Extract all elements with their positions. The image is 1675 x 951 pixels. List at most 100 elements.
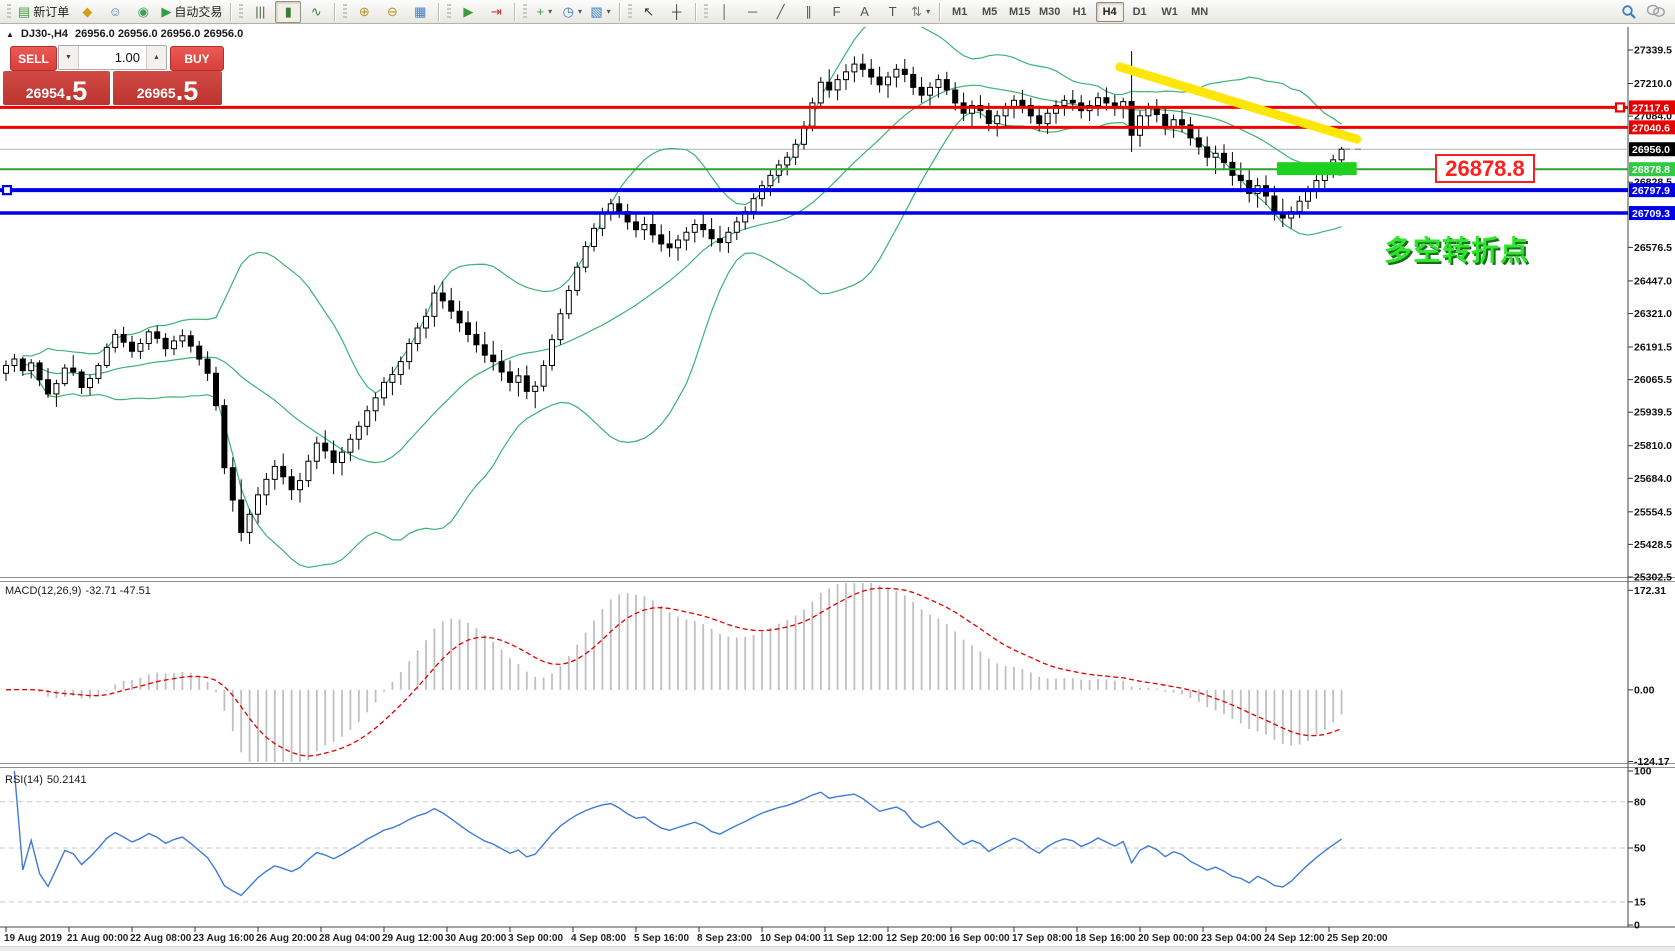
candles xyxy=(4,51,1345,544)
toolbar-separator xyxy=(514,3,516,21)
hline-button[interactable]: ─ xyxy=(740,1,766,23)
time-axis[interactable]: 19 Aug 201921 Aug 00:0022 Aug 08:0023 Au… xyxy=(4,927,1388,944)
bollinger-middle-band xyxy=(23,85,1342,462)
price-callout-box[interactable]: 26878.8 xyxy=(1435,154,1535,183)
volume-stepper[interactable]: ▼ 1.00 ▲ xyxy=(58,45,167,70)
timeframe-m15-button[interactable]: M15 xyxy=(1006,2,1034,22)
svg-text:25554.5: 25554.5 xyxy=(1634,506,1672,518)
volume-down-icon[interactable]: ▼ xyxy=(59,46,79,69)
deposit-button[interactable]: ◆ xyxy=(74,1,100,23)
candlestick-button[interactable]: ▮ xyxy=(275,1,301,23)
toolbar-grip xyxy=(447,4,451,20)
zoom-in-icon: ⊕ xyxy=(359,5,370,18)
fibonacci-button[interactable]: F xyxy=(824,1,850,23)
timeframe-h1-button[interactable]: H1 xyxy=(1066,2,1094,22)
svg-text:25428.5: 25428.5 xyxy=(1634,539,1672,551)
sell-price-main: 26954 xyxy=(26,82,65,104)
crosshair-button[interactable]: ┼ xyxy=(664,1,690,23)
autotrading-button[interactable]: ▶自动交易 xyxy=(158,1,225,23)
rsi-indicator-label: RSI(14)50.2141 xyxy=(5,774,87,786)
mt4-window: ▤新订单◆☺◉▶自动交易|||▮∿⊕⊖▦▶⇥+▾◷▾▧▾↖┼│─╱∥FAT⇅▾M… xyxy=(0,0,1675,951)
svg-text:23 Sep 04:00: 23 Sep 04:00 xyxy=(1201,933,1262,944)
timeframe-m5-button[interactable]: M5 xyxy=(976,2,1004,22)
svg-text:27117.6: 27117.6 xyxy=(1632,102,1670,114)
periods-button[interactable]: ◷▾ xyxy=(559,1,585,23)
zoom-out-icon: ⊖ xyxy=(387,5,398,18)
bar-chart-button[interactable]: ||| xyxy=(247,1,273,23)
text-button[interactable]: A xyxy=(852,1,878,23)
chat-icon[interactable] xyxy=(1647,4,1665,19)
tile-windows-icon: ▦ xyxy=(414,5,426,18)
search-icon[interactable] xyxy=(1621,4,1637,20)
toolbar-grip xyxy=(7,4,11,20)
macd-pane xyxy=(6,583,1342,762)
zoom-out-button[interactable]: ⊖ xyxy=(379,1,405,23)
toolbar-right-icons xyxy=(1621,4,1671,20)
chart-canvas[interactable]: 27339.527210.027084.026828.526576.526447… xyxy=(0,0,1675,951)
svg-text:26191.5: 26191.5 xyxy=(1634,342,1672,354)
timeframe-h4-button[interactable]: H4 xyxy=(1096,2,1124,22)
toolbar-grip xyxy=(523,4,527,20)
cursor-button[interactable]: ↖ xyxy=(636,1,662,23)
chart-shift-button[interactable]: ⇥ xyxy=(483,1,509,23)
new-order-button[interactable]: ▤新订单 xyxy=(15,1,72,23)
svg-text:15: 15 xyxy=(1634,896,1646,908)
svg-text:25302.5: 25302.5 xyxy=(1634,572,1672,584)
collapse-icon[interactable]: ▲ xyxy=(6,30,14,39)
svg-text:25810.0: 25810.0 xyxy=(1634,440,1672,452)
vline-button[interactable]: │ xyxy=(712,1,738,23)
profile-button[interactable]: ☺ xyxy=(102,1,128,23)
channel-button[interactable]: ∥ xyxy=(796,1,822,23)
trendline-icon: ╱ xyxy=(777,5,785,18)
timeframe-w1-button[interactable]: W1 xyxy=(1156,2,1184,22)
symbol-period-label: DJ30-,H4 xyxy=(21,28,68,40)
signal-icon: ◉ xyxy=(138,5,149,18)
templates-icon: ▧ xyxy=(590,5,602,18)
svg-text:26576.5: 26576.5 xyxy=(1634,242,1672,254)
line-chart-button[interactable]: ∿ xyxy=(303,1,329,23)
buy-price-panel[interactable]: 26965.5 xyxy=(113,71,222,105)
svg-text:12 Sep 20:00: 12 Sep 20:00 xyxy=(886,933,947,944)
timeframe-mn-button[interactable]: MN xyxy=(1186,2,1214,22)
arrows-icon: ⇅ xyxy=(911,5,922,18)
signal-button[interactable]: ◉ xyxy=(130,1,156,23)
svg-text:25684.0: 25684.0 xyxy=(1634,473,1672,485)
buy-button[interactable]: BUY xyxy=(170,46,224,71)
indicators-button[interactable]: +▾ xyxy=(531,1,557,23)
svg-text:10 Sep 04:00: 10 Sep 04:00 xyxy=(760,933,821,944)
autotrading-label: 自动交易 xyxy=(174,3,222,20)
timeframe-m30-button[interactable]: M30 xyxy=(1036,2,1064,22)
volume-up-icon[interactable]: ▲ xyxy=(146,46,166,69)
svg-text:18 Sep 16:00: 18 Sep 16:00 xyxy=(1075,933,1136,944)
volume-value[interactable]: 1.00 xyxy=(79,46,146,69)
arrows-button[interactable]: ⇅▾ xyxy=(908,1,934,23)
dropdown-caret-icon[interactable]: ▾ xyxy=(607,7,611,16)
timeframe-m1-button[interactable]: M1 xyxy=(946,2,974,22)
toolbar-separator xyxy=(230,3,232,21)
sell-price-frac: .5 xyxy=(65,78,88,104)
dropdown-caret-icon[interactable]: ▾ xyxy=(926,7,930,16)
tile-windows-button[interactable]: ▦ xyxy=(407,1,433,23)
label-button[interactable]: T xyxy=(880,1,906,23)
templates-button[interactable]: ▧▾ xyxy=(587,1,613,23)
zoom-in-button[interactable]: ⊕ xyxy=(351,1,377,23)
sell-button[interactable]: SELL xyxy=(10,46,57,71)
dropdown-caret-icon[interactable]: ▾ xyxy=(578,7,582,16)
pivot-annotation-text: 多空转折点 xyxy=(1384,229,1529,269)
svg-text:30 Aug 20:00: 30 Aug 20:00 xyxy=(445,933,507,944)
svg-text:25 Sep 20:00: 25 Sep 20:00 xyxy=(1327,933,1388,944)
timeframe-d1-button[interactable]: D1 xyxy=(1126,2,1154,22)
svg-text:25939.5: 25939.5 xyxy=(1634,407,1672,419)
toolbar-grip xyxy=(343,4,347,20)
price-axis[interactable]: 27339.527210.027084.026828.526576.526447… xyxy=(1628,45,1675,932)
trendline-button[interactable]: ╱ xyxy=(768,1,794,23)
auto-scroll-button[interactable]: ▶ xyxy=(455,1,481,23)
line-handle xyxy=(1616,103,1624,111)
rsi-line xyxy=(14,771,1341,895)
sell-price-panel[interactable]: 26954.5 xyxy=(3,71,110,105)
svg-text:26797.9: 26797.9 xyxy=(1632,185,1670,197)
candlestick-icon: ▮ xyxy=(285,5,292,18)
dropdown-caret-icon[interactable]: ▾ xyxy=(548,7,552,16)
bollinger-lower-band xyxy=(23,111,1342,567)
svg-text:28 Aug 04:00: 28 Aug 04:00 xyxy=(319,933,381,944)
